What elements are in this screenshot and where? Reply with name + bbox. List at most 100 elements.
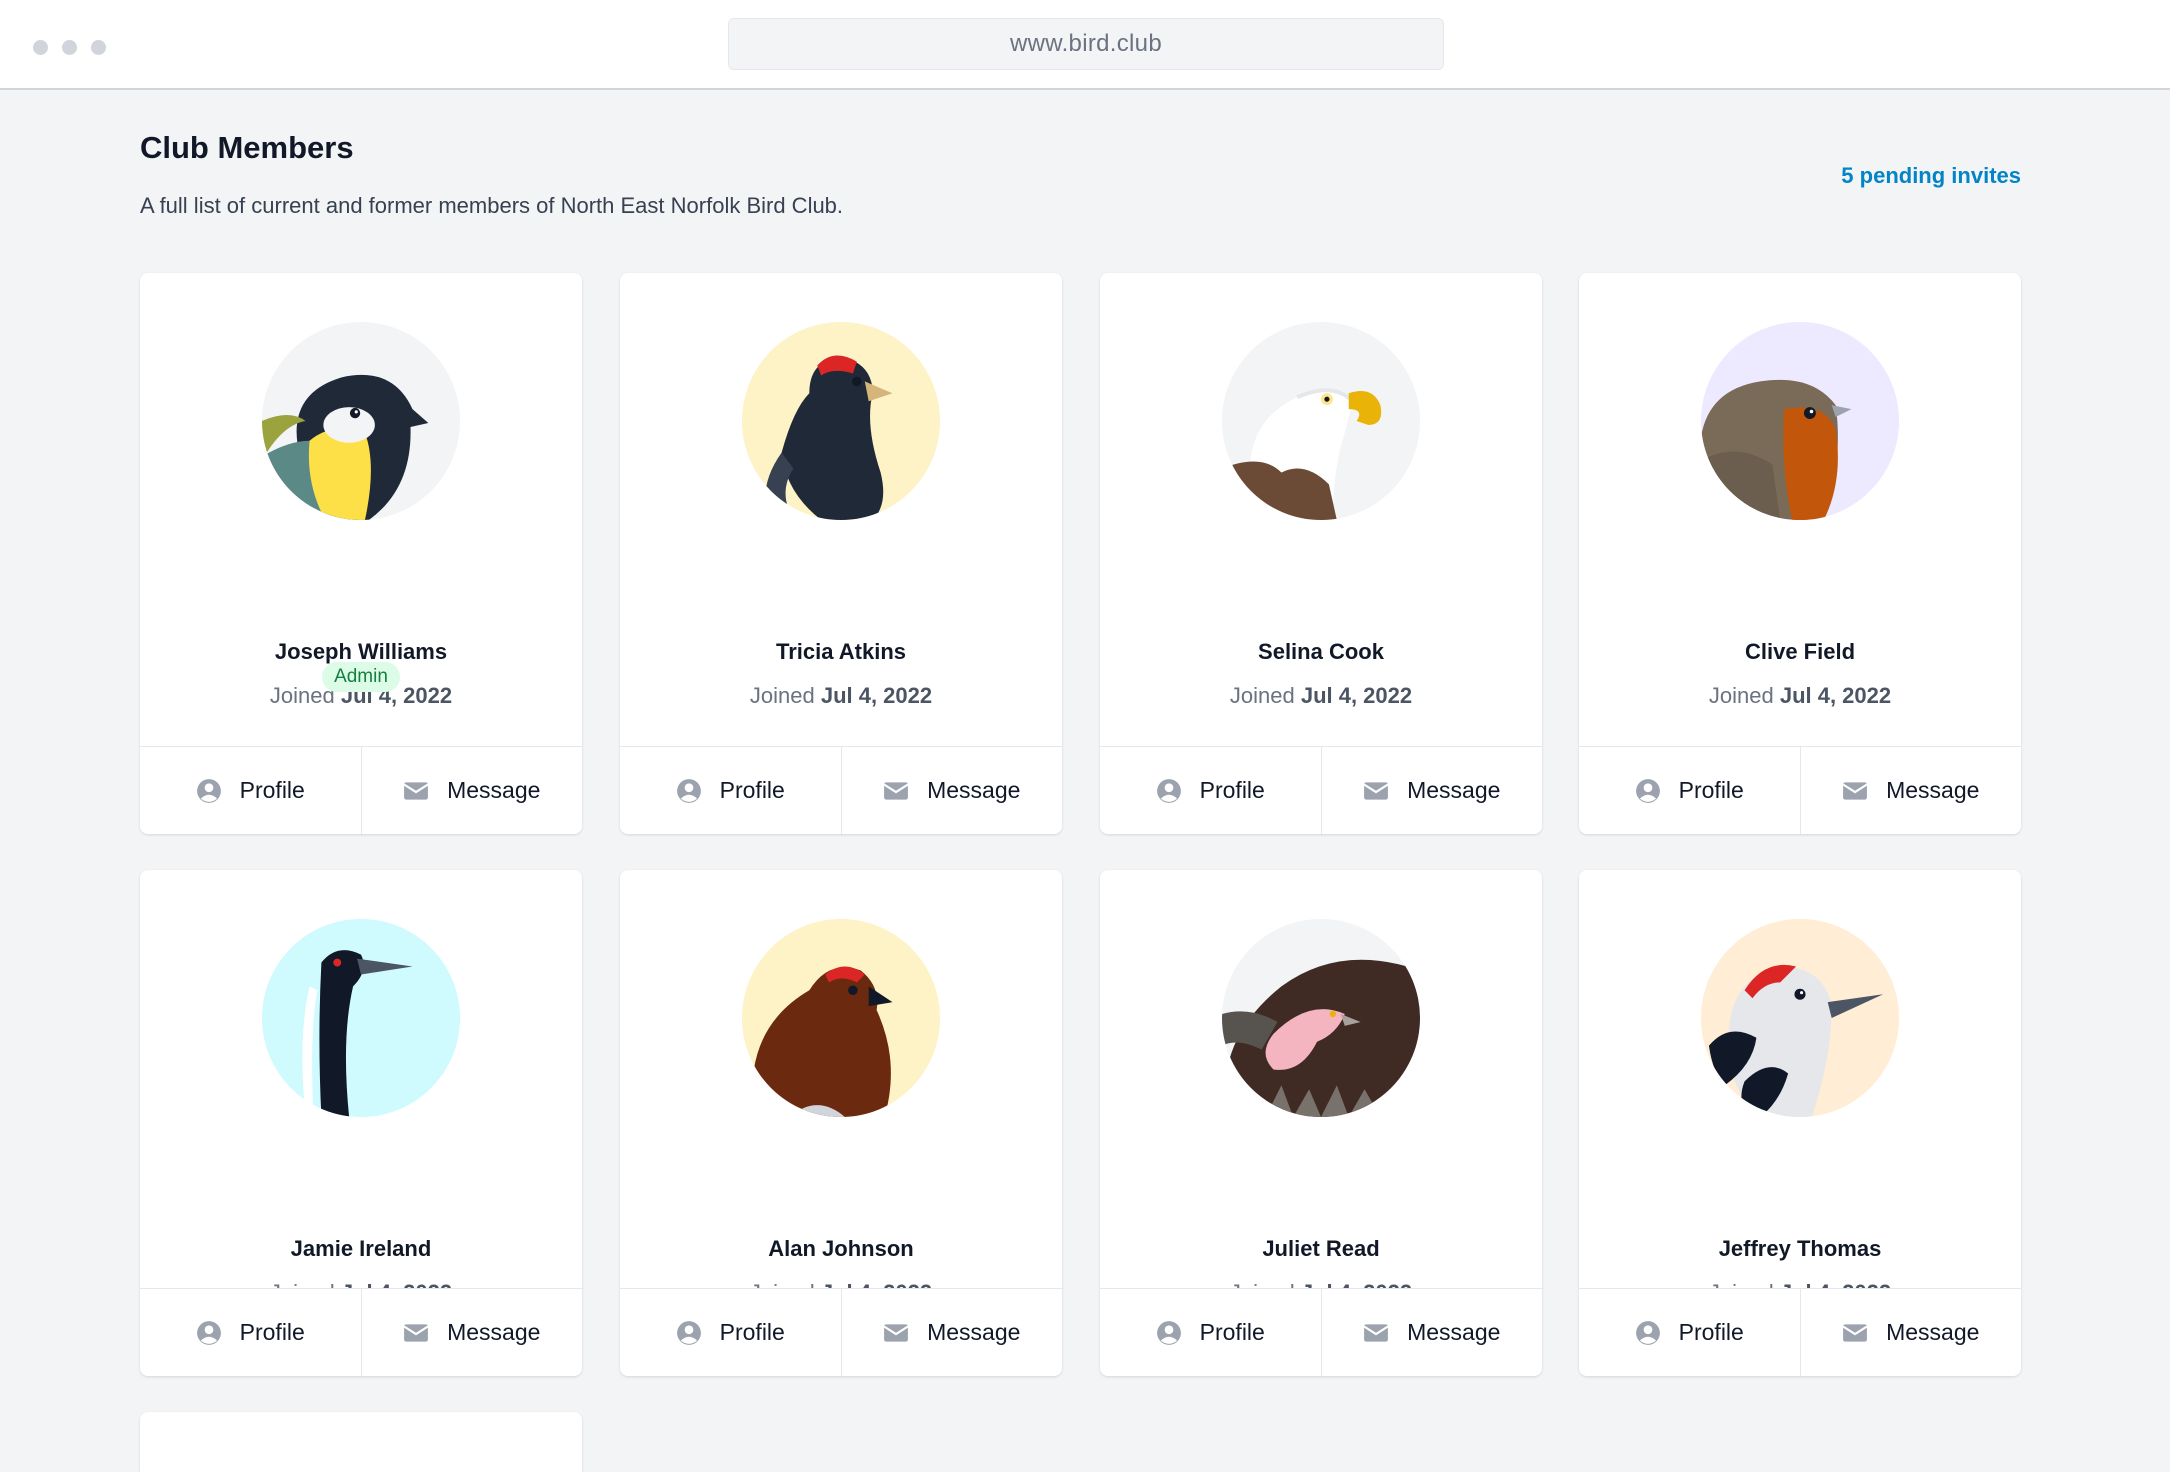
- message-label: Message: [1407, 1319, 1501, 1345]
- message-button[interactable]: Message: [1799, 1289, 2021, 1376]
- profile-button[interactable]: Profile: [620, 747, 841, 834]
- great-tit-avatar: [262, 322, 460, 520]
- profile-button[interactable]: Profile: [140, 747, 361, 834]
- robin-avatar: [1701, 322, 1899, 520]
- joined-label: Joined: [1708, 683, 1774, 708]
- page-title: Club Members: [140, 130, 354, 165]
- profile-label: Profile: [1199, 777, 1265, 803]
- pending-invites-link[interactable]: 5 pending invites: [1841, 163, 2021, 189]
- window-controls: [33, 40, 106, 55]
- loon-avatar: [262, 919, 460, 1117]
- message-button[interactable]: Message: [360, 1289, 582, 1376]
- admin-badge-wrap: Admin: [140, 662, 582, 692]
- joined-date: Jul 4, 2022: [820, 683, 933, 708]
- member-card-partial: [140, 1412, 582, 1472]
- message-button[interactable]: Message: [840, 747, 1062, 834]
- member-card: Clive Field Joined Jul 4, 2022 Profile M…: [1579, 273, 2021, 834]
- profile-label: Profile: [239, 777, 305, 803]
- member-joined: Joined Jul 4, 2022: [1579, 683, 2021, 709]
- member-card-footer: Profile Message: [1100, 746, 1542, 834]
- page-subtitle: A full list of current and former member…: [140, 193, 844, 218]
- user-circle-icon: [676, 1320, 701, 1345]
- member-name: Tricia Atkins: [775, 639, 906, 664]
- message-label: Message: [1886, 777, 1980, 803]
- user-circle-icon: [1635, 778, 1660, 803]
- message-label: Message: [927, 777, 1021, 803]
- profile-button[interactable]: Profile: [1100, 747, 1321, 834]
- admin-badge: Admin: [322, 662, 400, 692]
- vulture-avatar: [1222, 919, 1420, 1117]
- member-card: Juliet Read Joined Jul 4, 2022 Profile M…: [1100, 870, 1542, 1376]
- member-card: Tricia Atkins Joined Jul 4, 2022 Profile…: [620, 273, 1062, 834]
- envelope-icon: [1842, 1323, 1868, 1342]
- profile-button[interactable]: Profile: [1579, 747, 1800, 834]
- message-button[interactable]: Message: [840, 1289, 1062, 1376]
- member-joined: Joined Jul 4, 2022: [620, 683, 1062, 709]
- member-name: Clive Field: [1744, 639, 1856, 664]
- joined-label: Joined: [749, 683, 815, 708]
- member-card-footer: Profile Message: [140, 746, 582, 834]
- woodpecker-avatar: [1701, 919, 1899, 1117]
- message-label: Message: [1407, 777, 1501, 803]
- message-button[interactable]: Message: [1320, 1289, 1542, 1376]
- profile-button[interactable]: Profile: [620, 1289, 841, 1376]
- member-name: Juliet Read: [1262, 1236, 1380, 1261]
- envelope-icon: [403, 781, 429, 800]
- message-button[interactable]: Message: [360, 747, 582, 834]
- profile-label: Profile: [239, 1319, 305, 1345]
- member-card-footer: Profile Message: [1579, 1288, 2021, 1376]
- member-name: Selina Cook: [1258, 639, 1384, 664]
- user-circle-icon: [196, 778, 221, 803]
- member-card-footer: Profile Message: [1100, 1288, 1542, 1376]
- window-maximize-dot[interactable]: [91, 40, 106, 55]
- message-label: Message: [1886, 1319, 1980, 1345]
- member-card: Selina Cook Joined Jul 4, 2022 Profile M…: [1100, 273, 1542, 834]
- profile-label: Profile: [1199, 1319, 1265, 1345]
- envelope-icon: [883, 1323, 909, 1342]
- member-card-footer: Profile Message: [620, 746, 1062, 834]
- message-label: Message: [927, 1319, 1021, 1345]
- black-grouse-avatar: [742, 322, 940, 520]
- profile-button[interactable]: Profile: [1579, 1289, 1800, 1376]
- profile-label: Profile: [1678, 777, 1744, 803]
- message-label: Message: [447, 777, 541, 803]
- member-card: Alan Johnson Joined Jul 4, 2022 Profile …: [620, 870, 1062, 1376]
- red-grouse-avatar: [742, 919, 940, 1117]
- profile-label: Profile: [1678, 1319, 1744, 1345]
- user-circle-icon: [1635, 1320, 1660, 1345]
- profile-button[interactable]: Profile: [140, 1289, 361, 1376]
- message-button[interactable]: Message: [1799, 747, 2021, 834]
- member-card: Joseph Williams Joined Jul 4, 2022 Admin…: [140, 273, 582, 834]
- member-joined: Joined Jul 4, 2022: [1100, 683, 1542, 709]
- joined-date: Jul 4, 2022: [1779, 683, 1892, 708]
- joined-date: Jul 4, 2022: [1300, 683, 1413, 708]
- window-close-dot[interactable]: [33, 40, 48, 55]
- profile-label: Profile: [719, 777, 785, 803]
- window-minimize-dot[interactable]: [62, 40, 77, 55]
- member-card-footer: Profile Message: [620, 1288, 1062, 1376]
- member-name: Jamie Ireland: [290, 1236, 432, 1261]
- envelope-icon: [1363, 781, 1389, 800]
- profile-label: Profile: [719, 1319, 785, 1345]
- user-circle-icon: [1156, 778, 1181, 803]
- address-bar[interactable]: www.bird.club: [728, 18, 1444, 70]
- user-circle-icon: [676, 778, 701, 803]
- joined-label: Joined: [1229, 683, 1295, 708]
- member-card: Jeffrey Thomas Joined Jul 4, 2022 Profil…: [1579, 870, 2021, 1376]
- bald-eagle-avatar: [1222, 322, 1420, 520]
- member-name: Alan Johnson: [768, 1236, 914, 1261]
- envelope-icon: [1842, 781, 1868, 800]
- member-card-footer: Profile Message: [1579, 746, 2021, 834]
- member-card: Jamie Ireland Joined Jul 4, 2022 Profile…: [140, 870, 582, 1376]
- envelope-icon: [883, 781, 909, 800]
- user-circle-icon: [196, 1320, 221, 1345]
- envelope-icon: [403, 1323, 429, 1342]
- envelope-icon: [1363, 1323, 1389, 1342]
- member-name: Jeffrey Thomas: [1718, 1236, 1882, 1261]
- profile-button[interactable]: Profile: [1100, 1289, 1321, 1376]
- message-label: Message: [447, 1319, 541, 1345]
- browser-toolbar: www.bird.club: [0, 0, 2170, 90]
- user-circle-icon: [1156, 1320, 1181, 1345]
- member-card-footer: Profile Message: [140, 1288, 582, 1376]
- message-button[interactable]: Message: [1320, 747, 1542, 834]
